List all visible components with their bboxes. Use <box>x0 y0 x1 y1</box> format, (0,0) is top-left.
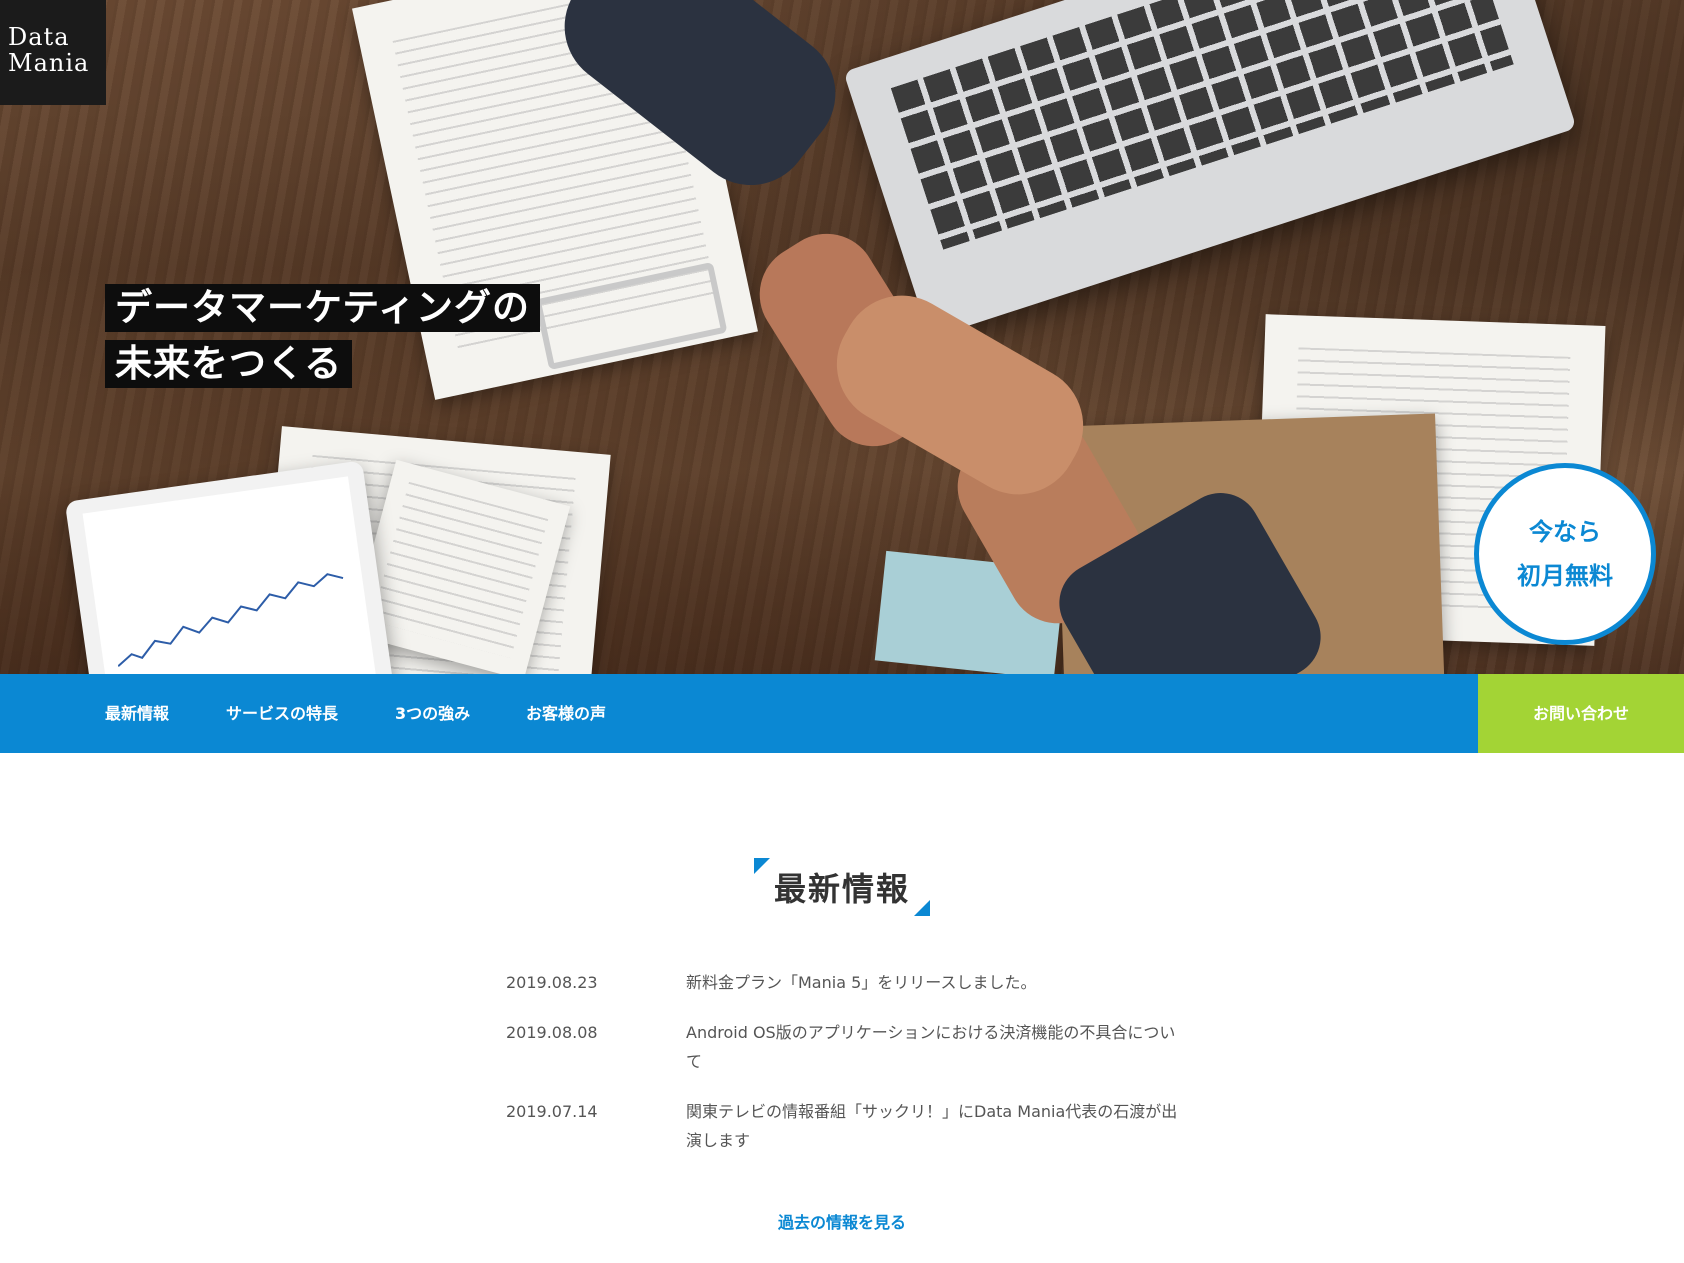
free-trial-badge[interactable]: 今なら 初月無料 <box>1474 463 1656 645</box>
contact-button[interactable]: お問い合わせ <box>1478 674 1684 753</box>
more-news-link[interactable]: 過去の情報を見る <box>0 1209 1684 1233</box>
badge-line1: 今なら <box>1529 518 1601 546</box>
news-title: 最新情報 <box>773 870 910 908</box>
hero-headline: データマーケティングの 未来をつくる <box>105 284 541 388</box>
logo-line1: Data <box>8 23 70 51</box>
nav-item-news[interactable]: 最新情報 <box>105 674 169 753</box>
headline-line1: データマーケティングの <box>105 284 541 332</box>
main-nav: 最新情報 サービスの特長 3つの強み お客様の声 お問い合わせ <box>0 674 1684 753</box>
site-logo[interactable]: Data Mania <box>0 0 106 105</box>
news-text[interactable]: 新料金プラン「Mania 5」をリリースしました。 <box>686 968 1186 997</box>
news-text[interactable]: 関東テレビの情報番組「サックリ！」にData Mania代表の石渡が出演します <box>686 1097 1186 1155</box>
news-date: 2019.08.23 <box>506 973 598 992</box>
headline-line2: 未来をつくる <box>105 340 353 388</box>
news-heading: 最新情報 <box>754 858 930 916</box>
logo-line2: Mania <box>8 49 90 77</box>
laptop <box>843 0 1577 339</box>
badge-line2: 初月無料 <box>1517 562 1613 590</box>
tablet <box>64 460 396 674</box>
news-date: 2019.07.14 <box>506 1102 598 1121</box>
news-date: 2019.08.08 <box>506 1023 598 1042</box>
news-text[interactable]: Android OS版のアプリケーションにおける決済機能の不具合について <box>686 1018 1186 1076</box>
corner-decoration-icon <box>914 900 930 916</box>
nav-item-features[interactable]: サービスの特長 <box>226 674 338 753</box>
nav-item-voices[interactable]: お客様の声 <box>526 674 606 753</box>
nav-item-strengths[interactable]: 3つの強み <box>395 674 470 753</box>
